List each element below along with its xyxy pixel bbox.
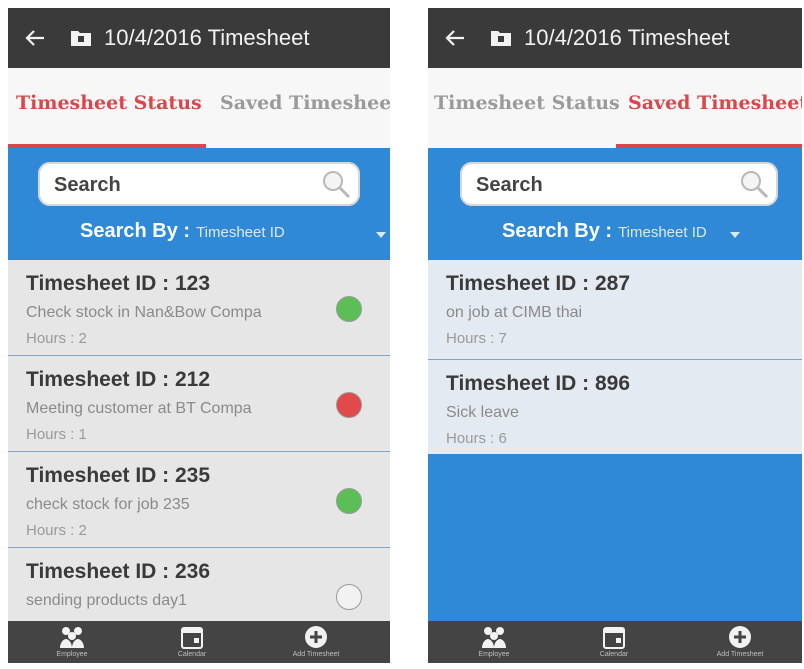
timesheet-id: Timesheet ID : 896 [446, 372, 631, 395]
timesheet-status-screen: 10/4/2016 Timesheet Timesheet Status Sav… [8, 8, 390, 663]
timesheet-hours: Hours : 2 [26, 522, 87, 539]
timesheet-id: Timesheet ID : 287 [446, 272, 631, 295]
search-input[interactable] [52, 170, 306, 200]
nav-calendar-label: Calendar [599, 651, 629, 658]
list-item[interactable]: Timesheet ID : 212 Meeting customer at B… [8, 356, 390, 452]
app-header: 10/4/2016 Timesheet [8, 8, 390, 68]
nav-add-timesheet[interactable]: Add Timesheet [286, 624, 346, 662]
timesheet-hours: Hours : 7 [446, 330, 507, 347]
timesheet-description: Check stock in Nan&Bow Compa [26, 304, 262, 321]
search-by-label: Search By : [502, 220, 613, 242]
timesheet-description: check stock for job 235 [26, 496, 190, 513]
nav-employee-label: Employee [56, 651, 88, 658]
nav-employee[interactable]: Employee [464, 624, 524, 662]
search-box[interactable] [38, 162, 360, 206]
chevron-down-icon[interactable] [730, 232, 740, 238]
add-circle-icon [305, 626, 327, 648]
tab-bar: Timesheet Status Saved Timesheet [8, 68, 390, 148]
timesheet-list: Timesheet ID : 287 on job at CIMB thai H… [428, 260, 802, 621]
timesheet-id: Timesheet ID : 123 [26, 272, 211, 295]
tab-timesheet-status[interactable]: Timesheet Status [434, 92, 620, 114]
tab-timesheet-status[interactable]: Timesheet Status [16, 92, 202, 114]
page-title: 10/4/2016 Timesheet [524, 25, 730, 50]
nav-add-timesheet-label: Add Timesheet [716, 651, 764, 658]
timesheet-hours: Hours : 1 [26, 426, 87, 443]
app-header: 10/4/2016 Timesheet [428, 8, 802, 68]
status-dot-icon [336, 584, 362, 610]
timesheet-id: Timesheet ID : 235 [26, 464, 211, 487]
bottom-nav: Employee Calendar Add Timesheet [8, 621, 390, 663]
nav-calendar[interactable]: Calendar [584, 624, 644, 662]
folder-icon [490, 29, 512, 47]
add-circle-icon [729, 626, 751, 648]
status-dot-icon [336, 488, 362, 514]
nav-add-timesheet[interactable]: Add Timesheet [710, 624, 770, 662]
search-by-selector[interactable]: Search By : Timesheet ID [502, 220, 707, 243]
search-input[interactable] [474, 170, 728, 200]
bottom-nav: Employee Calendar Add Timesheet [428, 621, 802, 663]
tab-saved-timesheet[interactable]: Saved Timesheet [628, 92, 802, 114]
search-panel: Search By : Timesheet ID [428, 148, 802, 260]
search-by-value[interactable]: Timesheet ID [618, 224, 707, 241]
status-dot-icon [336, 392, 362, 418]
list-item[interactable]: Timesheet ID : 287 on job at CIMB thai H… [428, 260, 802, 360]
search-icon[interactable] [320, 168, 352, 200]
nav-calendar[interactable]: Calendar [162, 624, 222, 662]
calendar-icon [181, 627, 203, 649]
arrow-left-icon[interactable] [444, 27, 466, 49]
search-by-selector[interactable]: Search By : Timesheet ID [80, 220, 285, 243]
arrow-left-icon[interactable] [24, 27, 46, 49]
nav-add-timesheet-label: Add Timesheet [292, 651, 340, 658]
tab-saved-timesheet[interactable]: Saved Timesheet [220, 92, 390, 114]
search-box[interactable] [460, 162, 778, 206]
timesheet-description: sending products day1 [26, 592, 187, 609]
people-icon [60, 627, 84, 648]
status-dot-icon [336, 296, 362, 322]
nav-employee[interactable]: Employee [42, 624, 102, 662]
search-by-value[interactable]: Timesheet ID [196, 224, 285, 241]
list-item[interactable]: Timesheet ID : 896 Sick leave Hours : 6 [428, 360, 802, 454]
timesheet-list: Timesheet ID : 123 Check stock in Nan&Bo… [8, 260, 390, 621]
list-item[interactable]: Timesheet ID : 235 check stock for job 2… [8, 452, 390, 548]
saved-timesheet-screen: 10/4/2016 Timesheet Timesheet Status Sav… [428, 8, 802, 663]
calendar-icon [603, 627, 625, 649]
timesheet-description: on job at CIMB thai [446, 304, 583, 321]
timesheet-description: Sick leave [446, 404, 519, 421]
timesheet-description: Meeting customer at BT Compa [26, 400, 252, 417]
search-icon[interactable] [738, 168, 770, 200]
folder-icon [70, 29, 92, 47]
list-item[interactable]: Timesheet ID : 123 Check stock in Nan&Bo… [8, 260, 390, 356]
people-icon [482, 627, 506, 648]
timesheet-id: Timesheet ID : 236 [26, 560, 211, 583]
tab-bar: Timesheet Status Saved Timesheet [428, 68, 802, 148]
search-panel: Search By : Timesheet ID [8, 148, 390, 260]
timesheet-id: Timesheet ID : 212 [26, 368, 211, 391]
nav-employee-label: Employee [478, 651, 510, 658]
nav-calendar-label: Calendar [177, 651, 207, 658]
chevron-down-icon[interactable] [376, 232, 386, 238]
timesheet-hours: Hours : 6 [446, 430, 507, 447]
page-title: 10/4/2016 Timesheet [104, 25, 310, 50]
search-by-label: Search By : [80, 220, 191, 242]
timesheet-hours: Hours : 2 [26, 330, 87, 347]
